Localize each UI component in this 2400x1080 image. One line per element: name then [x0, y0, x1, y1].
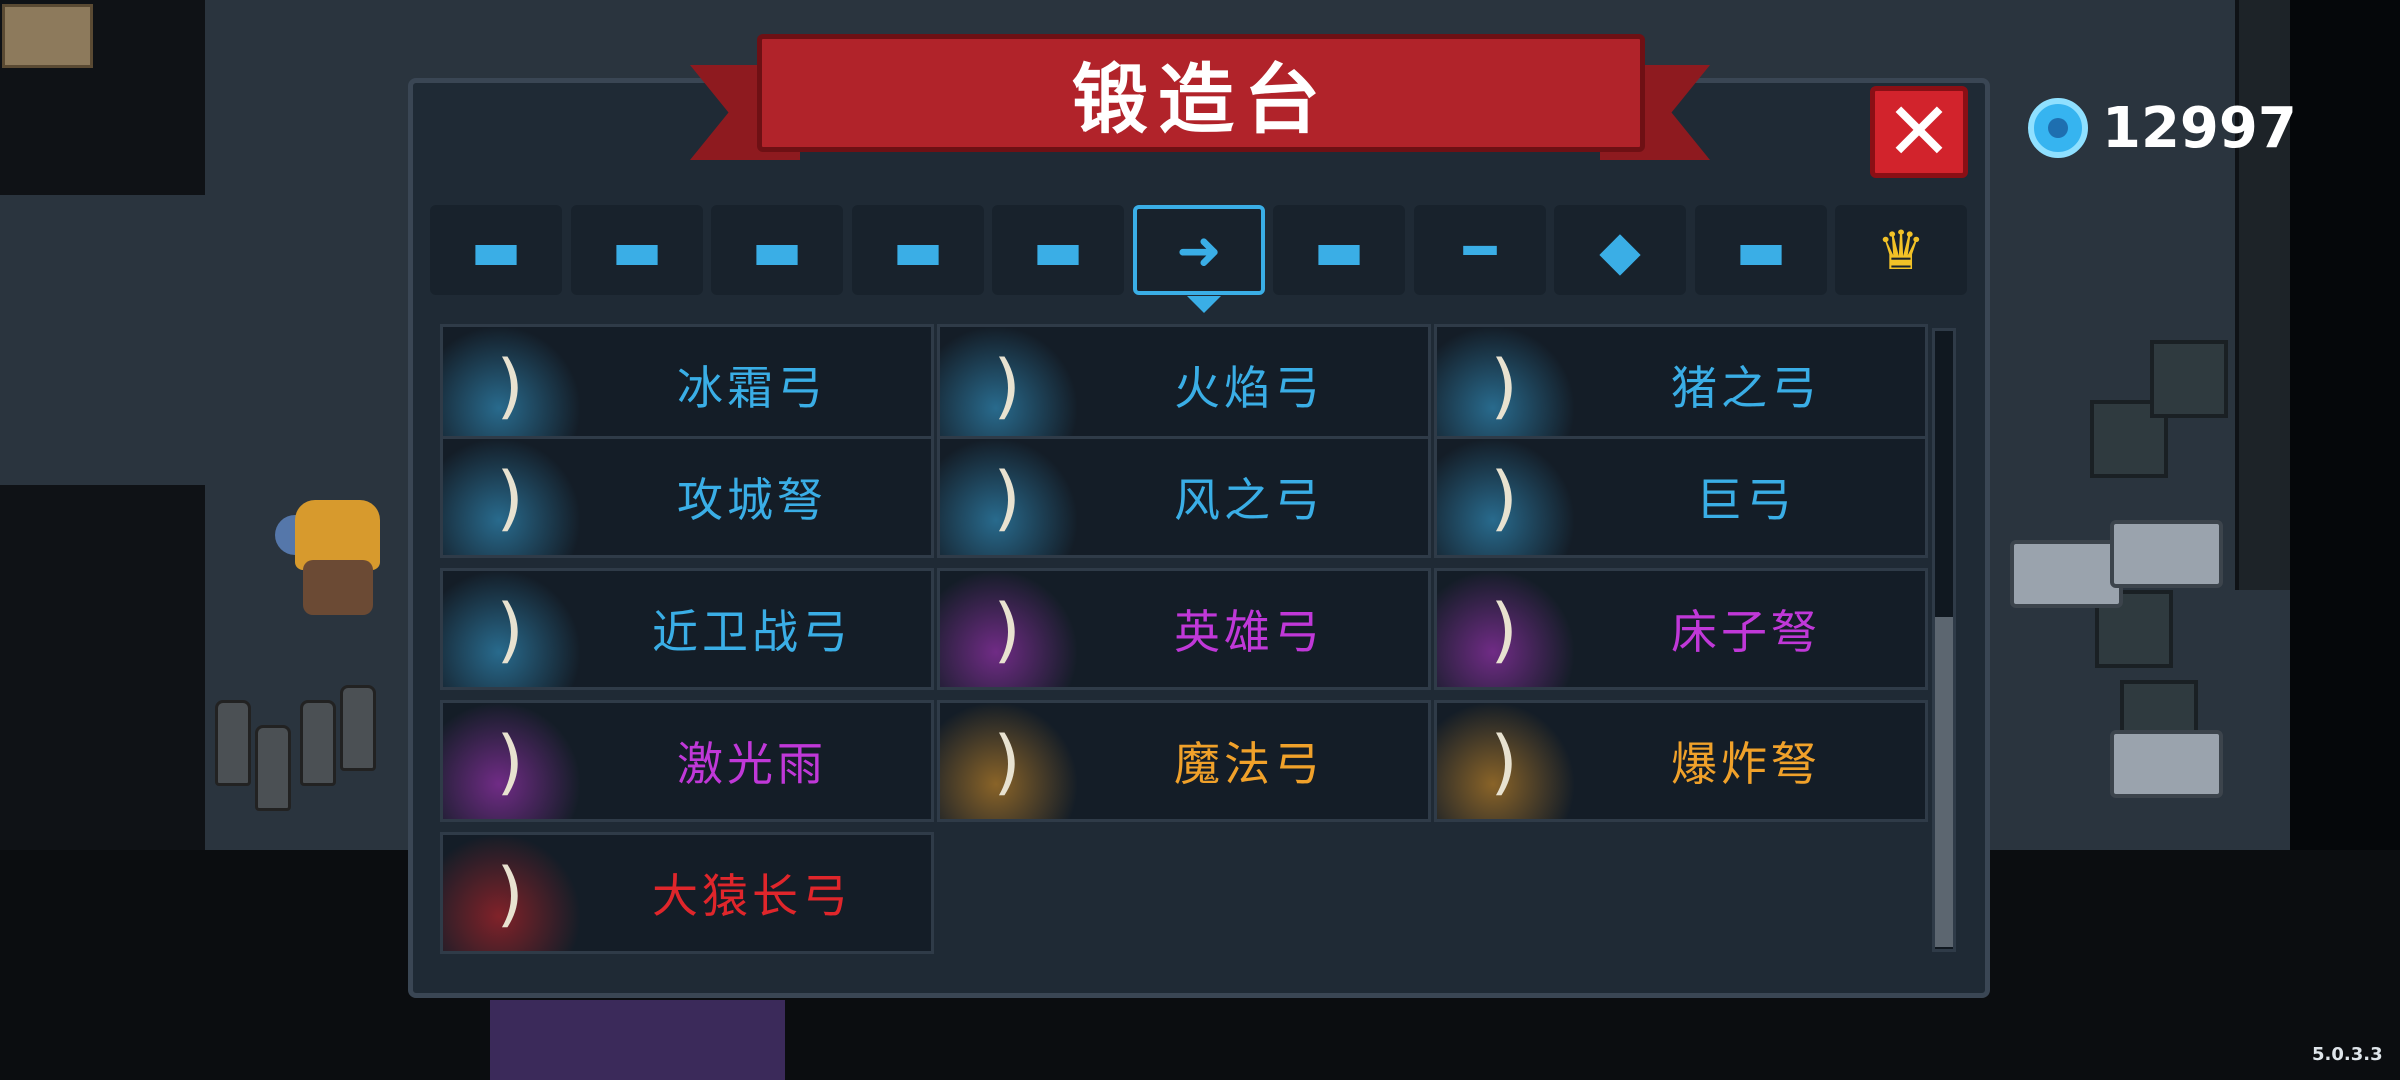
weapon-name: 火焰弓	[1174, 361, 1324, 415]
weapon-item[interactable]: ) 近卫战弓	[440, 568, 934, 690]
gas-cylinder	[300, 700, 336, 786]
weapon-name: 魔法弓	[1174, 737, 1324, 791]
shuriken-icon: ◆	[1599, 218, 1641, 282]
crossbow-icon: )	[1490, 589, 1518, 671]
bow-icon: )	[496, 589, 524, 671]
weapon-name: 猪之弓	[1671, 361, 1821, 415]
bow-icon: )	[1490, 457, 1518, 539]
tab-bow[interactable]: ➜	[1133, 205, 1265, 295]
weapon-item[interactable]: ) 爆炸弩	[1434, 700, 1928, 822]
weapon-item[interactable]: ) 大猿长弓	[440, 832, 934, 954]
pistol-icon: ▬	[470, 218, 522, 282]
weapon-name: 近卫战弓	[652, 605, 852, 659]
gas-cylinder	[255, 725, 291, 811]
bow-icon: )	[993, 589, 1021, 671]
scrollbar-thumb[interactable]	[1935, 617, 1953, 947]
machine	[2110, 520, 2223, 588]
laser-gun-icon: ▬	[1032, 218, 1084, 282]
bow-icon: )	[1490, 345, 1518, 427]
tab-sword[interactable]: ▬	[1273, 205, 1405, 295]
weapon-item[interactable]: ) 火焰弓	[937, 324, 1431, 446]
tab-shotgun[interactable]: ▬	[711, 205, 843, 295]
machine	[2010, 540, 2123, 608]
gas-cylinder	[340, 685, 376, 771]
weapon-name: 爆炸弩	[1671, 737, 1821, 791]
weapon-name: 激光雨	[677, 737, 827, 791]
sword-icon: ▬	[1313, 218, 1365, 282]
weapon-name: 巨弓	[1696, 473, 1796, 527]
purple-doorway	[490, 1000, 785, 1080]
weapon-name: 风之弓	[1174, 473, 1324, 527]
version-label: 5.0.3.3	[2312, 1044, 2383, 1065]
crate	[2150, 340, 2228, 418]
bow-icon: )	[496, 345, 524, 427]
weapon-item[interactable]: ) 巨弓	[1434, 436, 1928, 558]
bow-icon: )	[993, 457, 1021, 539]
weapon-item[interactable]: ) 床子弩	[1434, 568, 1928, 690]
tab-laser-gun[interactable]: ▬	[992, 205, 1124, 295]
player-character	[275, 500, 385, 620]
dungeon-wall	[0, 485, 205, 850]
close-icon: ✕	[1885, 85, 1953, 178]
weapon-item[interactable]: ) 风之弓	[937, 436, 1431, 558]
gem-count: 12997	[2102, 96, 2297, 161]
weapon-item[interactable]: ) 魔法弓	[937, 700, 1431, 822]
weapon-name: 英雄弓	[1174, 605, 1324, 659]
wall-sign	[2, 4, 93, 68]
bow-icon: )	[993, 345, 1021, 427]
tab-fish[interactable]: ▬	[1695, 205, 1827, 295]
weapon-list: ) 冰霜弓 ) 火焰弓 ) 猪之弓 ) 攻城弩 ) 风之弓 ) 巨弓 ) 近卫战弓 ) 英雄弓 …	[432, 318, 1944, 958]
bow-icon: )	[496, 853, 524, 935]
weapon-name: 冰霜弓	[677, 361, 827, 415]
weapon-item[interactable]: ) 攻城弩	[440, 436, 934, 558]
crown-icon: ♛	[1876, 218, 1926, 282]
spear-icon: ━	[1463, 218, 1497, 282]
category-tabs: ▬ ▬ ▬ ▬ ▬ ➜ ▬ ━ ◆ ▬ ♛	[430, 205, 1972, 297]
crossbow-icon: )	[1490, 721, 1518, 803]
machine	[2110, 730, 2223, 798]
active-tab-pointer	[1187, 296, 1221, 313]
weapon-item[interactable]: ) 英雄弓	[937, 568, 1431, 690]
rifle-icon: ▬	[611, 218, 663, 282]
launcher-icon: ▬	[892, 218, 944, 282]
tab-special[interactable]: ♛	[1835, 205, 1967, 295]
dungeon-wall	[2235, 0, 2294, 590]
tab-rifle[interactable]: ▬	[571, 205, 703, 295]
weapon-item[interactable]: ) 激光雨	[440, 700, 934, 822]
close-button[interactable]: ✕	[1870, 86, 1968, 178]
weapon-name: 床子弩	[1671, 605, 1821, 659]
bow-icon: )	[993, 721, 1021, 803]
weapon-item[interactable]: ) 猪之弓	[1434, 324, 1928, 446]
crossbow-icon: )	[496, 457, 524, 539]
gas-cylinder	[215, 700, 251, 786]
page-title: 锻造台	[1072, 55, 1330, 144]
tab-shuriken[interactable]: ◆	[1554, 205, 1686, 295]
shotgun-icon: ▬	[751, 218, 803, 282]
fish-icon: ▬	[1735, 218, 1787, 282]
weapon-name: 大猿长弓	[652, 869, 852, 923]
bow-icon: ➜	[1176, 218, 1222, 282]
tab-launcher[interactable]: ▬	[852, 205, 984, 295]
tab-spear[interactable]: ━	[1414, 205, 1546, 295]
title-banner: 锻造台	[757, 34, 1645, 152]
tab-pistol[interactable]: ▬	[430, 205, 562, 295]
bow-icon: )	[496, 721, 524, 803]
weapon-item[interactable]: ) 冰霜弓	[440, 324, 934, 446]
weapon-name: 攻城弩	[677, 473, 827, 527]
gem-icon	[2028, 98, 2088, 158]
